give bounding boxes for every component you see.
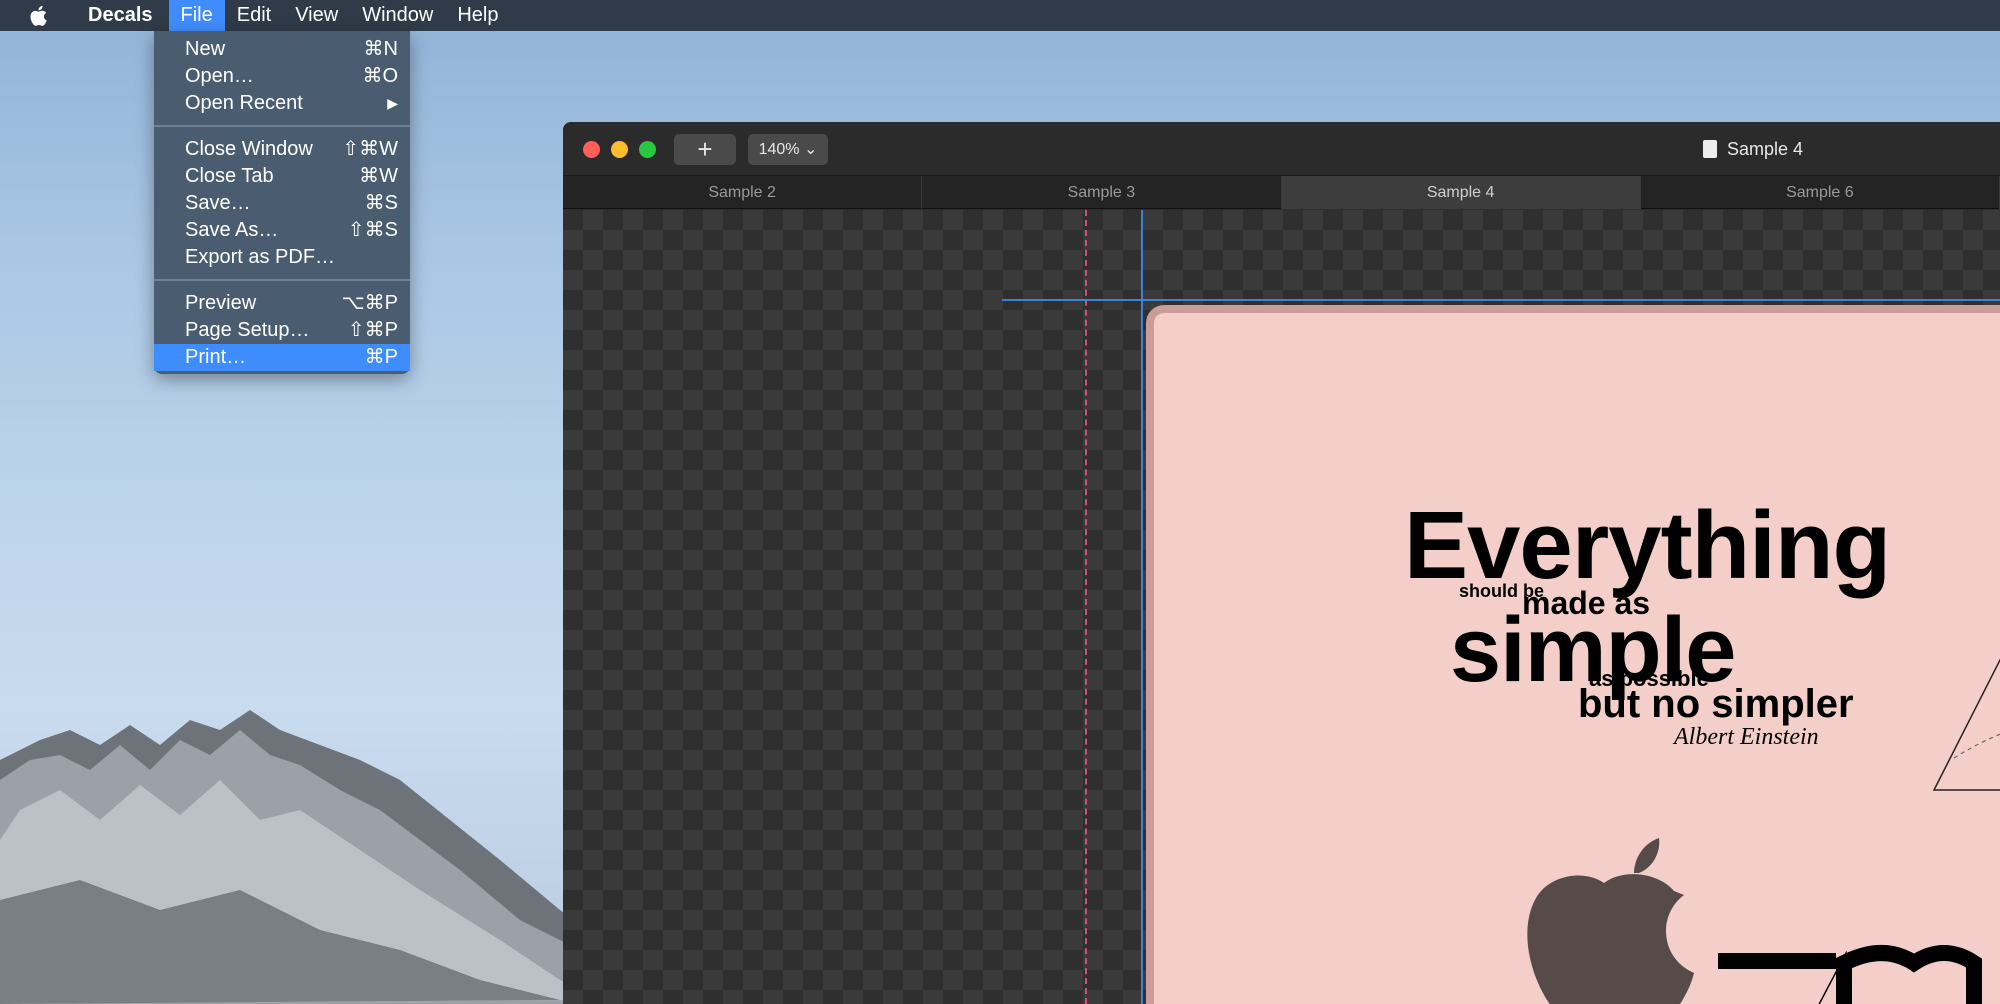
document-icon (1703, 140, 1717, 158)
menu-separator (154, 125, 410, 127)
menu-item-close-window[interactable]: Close Window ⇧⌘W (154, 136, 410, 163)
menu-item-open[interactable]: Open… ⌘O (154, 63, 410, 90)
quote-author[interactable]: Albert Einstein (1674, 724, 1819, 751)
menu-item-open-recent[interactable]: Open Recent ▶ (154, 90, 410, 117)
app-menu-decals[interactable]: Decals (76, 0, 165, 31)
menu-item-label: Save… (185, 192, 251, 214)
menu-item-save-as[interactable]: Save As… ⇧⌘S (154, 217, 410, 244)
file-menu-dropdown: New ⌘N Open… ⌘O Open Recent ▶ Close Window ⇧… (154, 31, 410, 374)
menu-item-shortcut: ⌘P (364, 346, 398, 368)
menu-item-label: Close Window (185, 138, 313, 160)
menu-item-shortcut: ⌘S (364, 192, 398, 214)
menu-item-shortcut: ⌘W (359, 165, 398, 187)
close-window-button[interactable] (583, 141, 600, 158)
menu-item-close-tab[interactable]: Close Tab ⌘W (154, 163, 410, 190)
menu-item-save[interactable]: Save… ⌘S (154, 190, 410, 217)
menu-item-label: Close Tab (185, 165, 274, 187)
menu-edit[interactable]: Edit (225, 0, 283, 31)
mountain-wallpaper (0, 710, 600, 1004)
menu-file[interactable]: File (168, 0, 225, 31)
margin-guide-line (1085, 210, 1087, 1004)
menu-item-label: Open… (185, 65, 254, 87)
menu-item-label: Page Setup… (185, 319, 310, 341)
menu-item-shortcut: ⌥⌘P (341, 292, 398, 314)
zoom-level-dropdown[interactable]: 140% ⌄ (748, 134, 828, 165)
quote-line-but-no-simpler[interactable]: but no simpler (1578, 682, 1854, 727)
apple-icon[interactable] (28, 5, 48, 27)
menu-item-label: Preview (185, 292, 257, 314)
minimize-window-button[interactable] (611, 141, 628, 158)
menu-item-shortcut: ⌘N (363, 38, 398, 60)
menu-item-preview[interactable]: Preview ⌥⌘P (154, 290, 410, 317)
menu-item-shortcut: ⌘O (362, 65, 398, 87)
menu-item-page-setup[interactable]: Page Setup… ⇧⌘P (154, 317, 410, 344)
tab-sample-3[interactable]: Sample 3 (922, 176, 1282, 209)
zoom-window-button[interactable] (639, 141, 656, 158)
window-title: Sample 4 (1703, 136, 1803, 162)
decal-page[interactable]: Everything should be made as simple as p… (1146, 305, 2000, 1004)
tab-sample-4[interactable]: Sample 4 (1281, 176, 1641, 209)
design-canvas[interactable]: Everything should be made as simple as p… (563, 210, 2000, 1004)
submenu-arrow-icon: ▶ (387, 95, 398, 111)
menu-item-label: Export as PDF… (185, 246, 336, 268)
menu-view[interactable]: View (283, 0, 350, 31)
add-button[interactable]: + (674, 134, 736, 165)
window-title-label: Sample 4 (1727, 139, 1804, 159)
menu-item-shortcut: ⇧⌘W (342, 138, 398, 160)
menu-item-shortcut: ⇧⌘S (347, 219, 398, 241)
tab-sample-6[interactable]: Sample 6 (1641, 176, 2000, 209)
menu-window[interactable]: Window (350, 0, 445, 31)
menu-item-label: Save As… (185, 219, 279, 241)
menu-item-label: New (185, 38, 226, 60)
vertical-guide-line[interactable] (1141, 210, 1143, 1004)
apple-logo-decal (1527, 838, 1694, 1004)
menu-separator (154, 279, 410, 281)
tab-bar: Sample 2 Sample 3 Sample 4 Sample 6 (563, 176, 2000, 209)
horizontal-guide-line[interactable] (1002, 299, 2000, 301)
menu-item-shortcut: ⇧⌘P (347, 319, 398, 341)
menu-help[interactable]: Help (445, 0, 510, 31)
menu-item-label: Open Recent (185, 92, 303, 114)
menu-item-export-pdf[interactable]: Export as PDF… (154, 244, 410, 271)
document-window: + 140% ⌄ Sample 4 Sample 2 Sample 3 Samp… (563, 122, 2000, 1004)
menu-bar: Decals File Edit View Window Help (0, 0, 2000, 31)
menu-item-print[interactable]: Print… ⌘P (154, 344, 410, 371)
title-bar: + 140% ⌄ Sample 4 (563, 122, 2000, 176)
menu-item-label: Print… (185, 346, 247, 368)
menu-item-new[interactable]: New ⌘N (154, 36, 410, 63)
tab-sample-2[interactable]: Sample 2 (563, 176, 923, 209)
